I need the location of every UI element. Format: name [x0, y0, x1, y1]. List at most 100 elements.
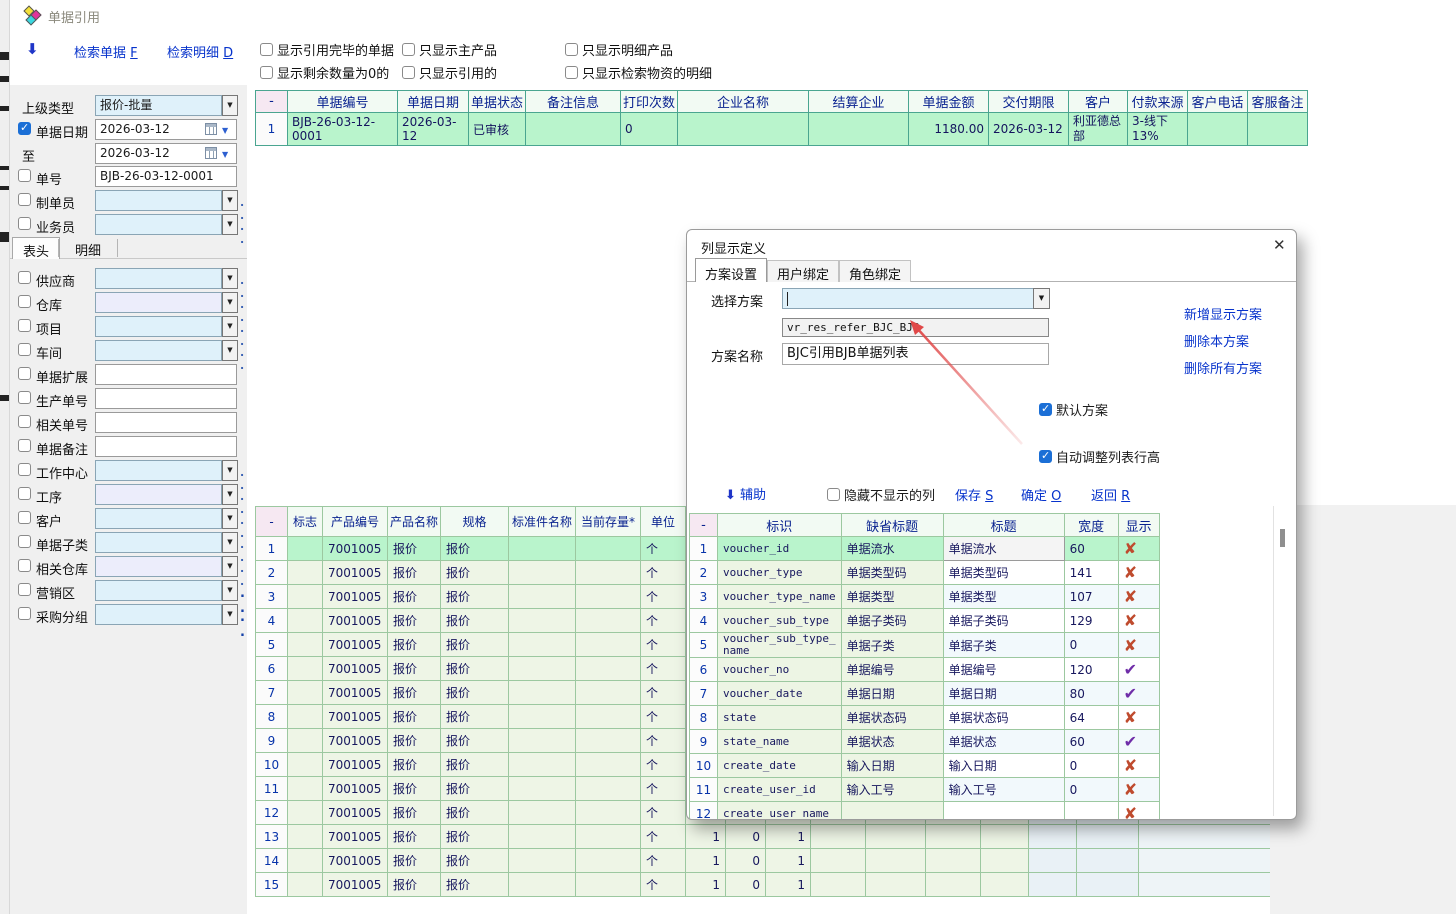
browse-dots-button[interactable]: . .: [240, 610, 247, 640]
detail-cell[interactable]: 0: [726, 849, 766, 873]
title-cell[interactable]: 单据类型码: [943, 561, 1064, 585]
doc-cell[interactable]: 利亚德总部: [1069, 113, 1128, 146]
width-cell[interactable]: [1064, 802, 1118, 821]
detail-cell[interactable]: 个: [641, 825, 686, 849]
detail-cell[interactable]: 报价: [441, 657, 509, 681]
table-row[interactable]: 1BJB-26-03-12-00012026-03-12已审核01180.002…: [256, 113, 1308, 146]
detail-cell[interactable]: [1077, 873, 1139, 897]
detail-cell[interactable]: [288, 801, 323, 825]
default-title-cell[interactable]: 单据类型: [841, 585, 943, 609]
title-cell[interactable]: 单据状态: [943, 730, 1064, 754]
detail-cell[interactable]: 报价: [441, 705, 509, 729]
detail-cell[interactable]: 7001005: [323, 657, 388, 681]
doc-cell[interactable]: [1188, 113, 1248, 146]
detail-cell[interactable]: 个: [641, 609, 686, 633]
doc-cell[interactable]: 0: [621, 113, 678, 146]
sidebar-combo-input[interactable]: [95, 532, 222, 553]
detail-cell[interactable]: 7001005: [323, 849, 388, 873]
detail-cell[interactable]: [866, 825, 926, 849]
detail-cell[interactable]: 个: [641, 681, 686, 705]
visible-cell[interactable]: ✘: [1118, 778, 1159, 802]
detail-cell[interactable]: [509, 801, 576, 825]
default-title-cell[interactable]: 单据流水: [841, 537, 943, 561]
detail-cell[interactable]: 报价: [388, 681, 441, 705]
detail-cell[interactable]: 个: [641, 777, 686, 801]
detail-cell[interactable]: [288, 729, 323, 753]
field-id-cell[interactable]: voucher_sub_type: [718, 609, 842, 633]
detail-cell[interactable]: 报价: [388, 609, 441, 633]
detail-cell[interactable]: 报价: [441, 849, 509, 873]
detail-cell[interactable]: [981, 849, 1029, 873]
detail-cell[interactable]: 报价: [388, 873, 441, 897]
detail-cell[interactable]: 1: [686, 873, 726, 897]
table-row[interactable]: 147001005报价报价个101: [256, 849, 1271, 873]
sidebar-text-input[interactable]: [95, 388, 237, 409]
visible-cell[interactable]: ✘: [1118, 537, 1159, 561]
detail-cell[interactable]: 报价: [388, 657, 441, 681]
detail-cell[interactable]: 报价: [441, 873, 509, 897]
checkbox-unchecked-icon[interactable]: [18, 217, 31, 230]
visible-cell[interactable]: ✘: [1118, 754, 1159, 778]
detail-cell[interactable]: [576, 537, 641, 561]
auto-row-height-checkbox[interactable]: 自动调整列表行高: [1039, 447, 1160, 466]
add-scheme-link[interactable]: 新增显示方案: [1184, 304, 1262, 323]
detail-cell[interactable]: 个: [641, 561, 686, 585]
detail-cell[interactable]: [509, 753, 576, 777]
checkbox-checked-icon[interactable]: [18, 122, 31, 135]
checkbox-unchecked-icon[interactable]: [18, 607, 31, 620]
table-row[interactable]: 4voucher_sub_type单据子类码单据子类码129✘: [690, 609, 1160, 633]
field-id-cell[interactable]: voucher_id: [718, 537, 842, 561]
detail-cell[interactable]: [576, 825, 641, 849]
detail-cell[interactable]: 报价: [441, 537, 509, 561]
field-id-cell[interactable]: voucher_sub_type_name: [718, 633, 842, 658]
detail-cell[interactable]: [509, 657, 576, 681]
detail-cell[interactable]: [288, 681, 323, 705]
detail-cell[interactable]: [288, 537, 323, 561]
title-cell[interactable]: 输入工号: [943, 778, 1064, 802]
dialog-tab-0[interactable]: 方案设置: [695, 258, 767, 282]
sidebar-combo-input[interactable]: [95, 340, 222, 361]
checkbox-unchecked-icon[interactable]: [18, 295, 31, 308]
sidebar-text-input[interactable]: [95, 364, 237, 385]
toolbar-checkbox[interactable]: 显示引用完毕的单据: [260, 40, 394, 58]
detail-cell[interactable]: [1077, 849, 1139, 873]
toolbar-checkbox[interactable]: 只显示检索物资的明细: [565, 63, 712, 81]
title-cell[interactable]: 单据子类: [943, 633, 1064, 658]
doc-cell[interactable]: [1248, 113, 1308, 146]
detail-cell[interactable]: 个: [641, 657, 686, 681]
close-icon[interactable]: ✕: [1273, 236, 1286, 254]
sidebar-combo-input[interactable]: [95, 316, 222, 337]
detail-cell[interactable]: 个: [641, 633, 686, 657]
dropdown-button[interactable]: ▼: [222, 316, 238, 337]
detail-cell[interactable]: 报价: [388, 801, 441, 825]
detail-cell[interactable]: [288, 609, 323, 633]
detail-cell[interactable]: 报价: [388, 825, 441, 849]
visible-cell[interactable]: ✘: [1118, 585, 1159, 609]
width-cell[interactable]: 0: [1064, 633, 1118, 658]
checkbox-unchecked-icon[interactable]: [18, 559, 31, 572]
width-cell[interactable]: 80: [1064, 682, 1118, 706]
dropdown-button[interactable]: ▼: [222, 604, 238, 625]
sidebar-combo-input[interactable]: [95, 292, 222, 313]
checkbox-unchecked-icon[interactable]: [18, 487, 31, 500]
detail-cell[interactable]: [576, 777, 641, 801]
dropdown-button[interactable]: ▼: [222, 508, 238, 529]
dialog-tab-2[interactable]: 角色绑定: [839, 260, 911, 282]
sidebar-combo-input[interactable]: [95, 508, 222, 529]
detail-cell[interactable]: [509, 633, 576, 657]
delete-all-schemes-link[interactable]: 删除所有方案: [1184, 358, 1262, 377]
hide-columns-checkbox[interactable]: 隐藏不显示的列: [827, 485, 935, 504]
checkbox-unchecked-icon[interactable]: [18, 193, 31, 206]
ok-button[interactable]: 确定 O: [1021, 485, 1061, 504]
doc-cell[interactable]: [526, 113, 621, 146]
checkbox-unchecked-icon[interactable]: [18, 439, 31, 452]
detail-cell[interactable]: [509, 825, 576, 849]
title-cell[interactable]: 输入日期: [943, 754, 1064, 778]
back-button[interactable]: 返回 R: [1091, 485, 1130, 504]
default-title-cell[interactable]: 单据子类: [841, 633, 943, 658]
field-id-cell[interactable]: voucher_type: [718, 561, 842, 585]
detail-cell[interactable]: 7001005: [323, 753, 388, 777]
checkbox-unchecked-icon[interactable]: [18, 367, 31, 380]
sidebar-combo-input[interactable]: [95, 214, 222, 235]
detail-cell[interactable]: 报价: [388, 729, 441, 753]
